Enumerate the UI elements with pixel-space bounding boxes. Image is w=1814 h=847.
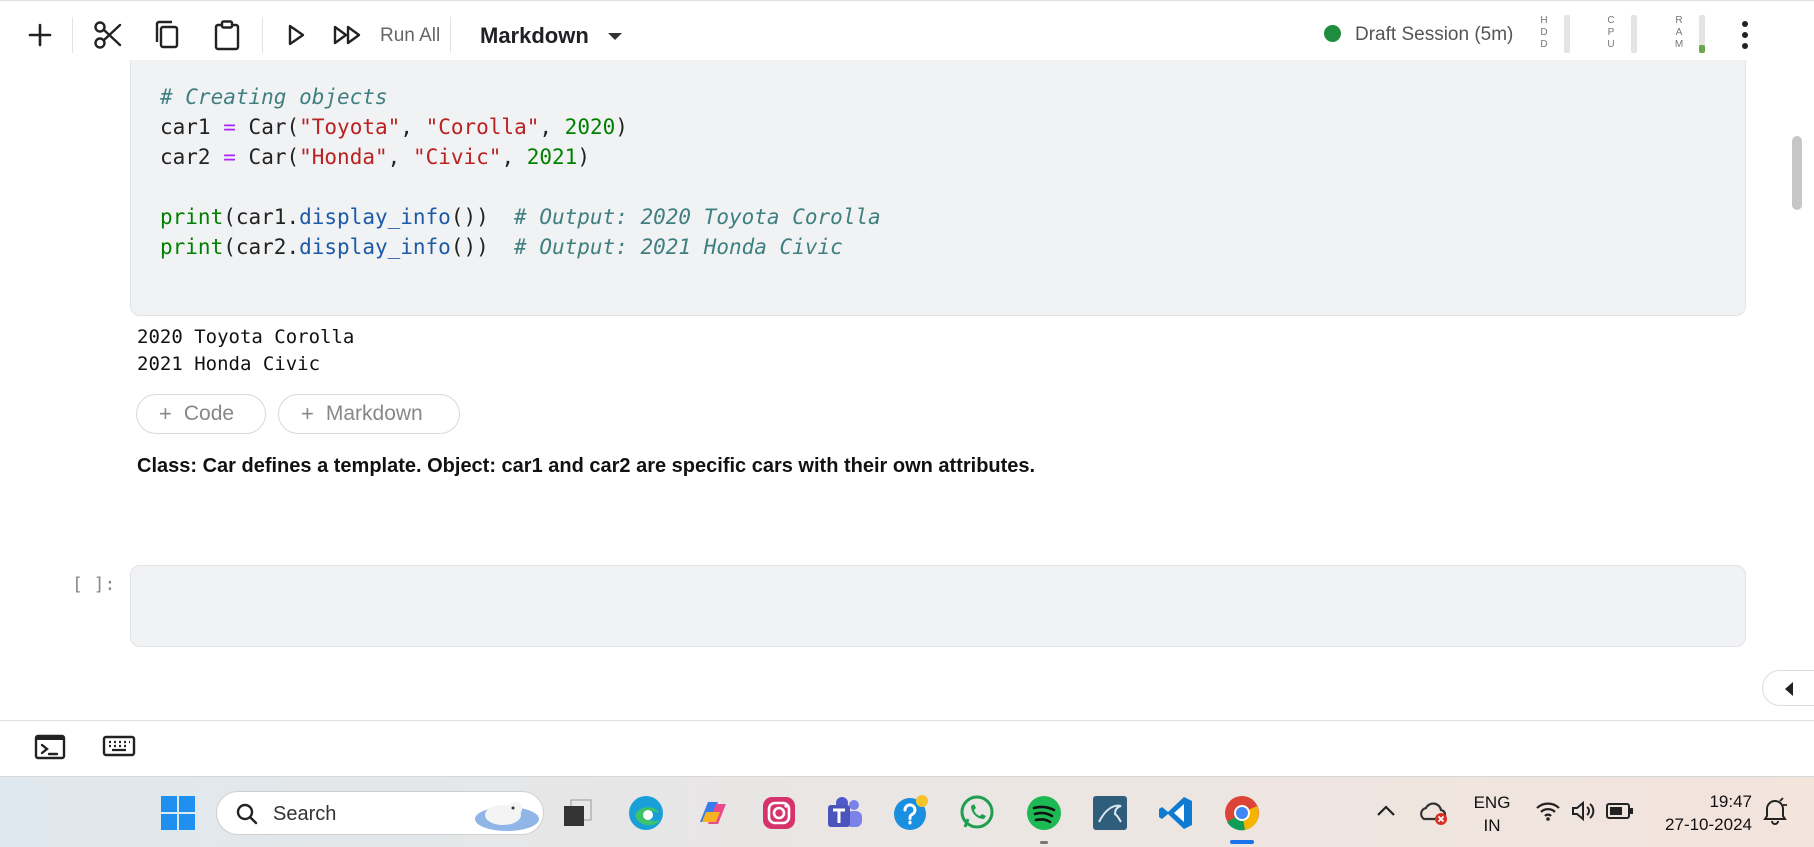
toolbar-divider (450, 17, 451, 53)
cpu-meter-bar (1631, 15, 1637, 53)
chevron-left-icon (1785, 682, 1793, 696)
cell-type-dropdown[interactable]: Markdown (480, 23, 589, 49)
mysql-icon[interactable] (1090, 793, 1130, 833)
keyboard-icon[interactable] (102, 733, 136, 763)
cut-button[interactable] (88, 15, 128, 55)
notification-bell-icon[interactable] (1762, 797, 1788, 825)
toolbar-divider (262, 17, 263, 53)
notebook-toolbar: Run All Markdown Draft Session (5m) HDD … (0, 0, 1814, 68)
add-icon (28, 23, 52, 47)
scrollbar-thumb[interactable] (1792, 136, 1802, 210)
paste-icon (214, 20, 240, 51)
search-label: Search (273, 803, 337, 825)
more-vert-icon[interactable] (1730, 17, 1760, 53)
running-indicator (1040, 841, 1048, 844)
add-code-label: Code (183, 402, 235, 425)
output-line: 2021 Honda Civic (137, 353, 321, 375)
language-code: ENG (1473, 793, 1511, 812)
active-app-indicator (1230, 840, 1254, 844)
run-all-icon (333, 25, 361, 45)
run-all-button[interactable] (328, 15, 368, 55)
ram-meter-bar (1699, 15, 1705, 53)
chrome-icon[interactable] (1222, 793, 1262, 833)
notebook-bottom-bar (0, 720, 1814, 776)
code-line: car1 = Car("Toyota", "Corolla", 2020) (160, 115, 628, 139)
chevron-down-icon[interactable] (608, 33, 622, 40)
run-cell-button[interactable] (276, 15, 316, 55)
add-markdown-label: Markdown (325, 402, 423, 425)
terminal-icon[interactable] (34, 733, 68, 763)
clock-time: 19:47 (1709, 792, 1752, 811)
language-region: IN (1483, 816, 1501, 835)
run-icon (288, 24, 305, 46)
plus-icon: + (301, 401, 314, 426)
code-line: print(car2.display_info()) # Output: 202… (160, 235, 843, 259)
cpu-meter-label: CPU (1607, 15, 1615, 50)
volume-icon[interactable] (1570, 799, 1596, 823)
language-indicator[interactable]: ENG IN (1470, 791, 1514, 837)
search-highlight-icon (475, 802, 539, 831)
search-icon (236, 803, 258, 825)
add-cell-button[interactable] (20, 15, 60, 55)
wifi-icon[interactable] (1535, 799, 1561, 823)
session-status-icon (1324, 25, 1341, 42)
clock-date: 27-10-2024 (1665, 815, 1752, 834)
ram-meter-label: RAM (1674, 15, 1684, 50)
spotify-icon[interactable] (1024, 793, 1064, 833)
toolbar-divider (72, 17, 73, 53)
run-all-label[interactable]: Run All (380, 25, 440, 47)
taskbar-search-input[interactable]: Search (216, 791, 544, 835)
instagram-icon[interactable] (759, 793, 799, 833)
empty-code-cell[interactable] (130, 565, 1746, 647)
add-markdown-cell-button[interactable]: + Markdown (278, 394, 460, 434)
paste-button[interactable] (207, 15, 247, 55)
whatsapp-icon[interactable] (957, 793, 997, 833)
code-line: car2 = Car("Honda", "Civic", 2021) (160, 145, 590, 169)
cell-prompt: [ ]: (72, 574, 116, 595)
code-editor[interactable]: # Creating objects car1 = Car("Toyota", … (160, 82, 881, 262)
side-panel-toggle[interactable] (1762, 670, 1814, 706)
copilot-icon[interactable] (693, 793, 733, 833)
teams-icon[interactable] (825, 793, 865, 833)
cell-output: 2020 Toyota Corolla 2021 Honda Civic (137, 324, 354, 378)
windows-start-icon[interactable] (158, 793, 198, 833)
task-view-icon[interactable] (558, 793, 598, 833)
session-label[interactable]: Draft Session (5m) (1355, 24, 1513, 46)
cut-icon (94, 21, 122, 49)
system-clock[interactable]: 19:47 27-10-2024 (1654, 790, 1752, 836)
copy-icon (155, 20, 179, 49)
battery-icon[interactable] (1606, 802, 1634, 820)
add-code-cell-button[interactable]: + Code (136, 394, 266, 434)
help-icon[interactable] (891, 793, 931, 833)
edge-icon[interactable] (626, 793, 666, 833)
markdown-cell-text[interactable]: Class: Car defines a template. Object: c… (137, 455, 1035, 478)
onedrive-error-icon[interactable] (1418, 799, 1450, 827)
code-comment: # Creating objects (160, 85, 388, 109)
chevron-up-icon[interactable] (1376, 803, 1396, 817)
code-line: print(car1.display_info()) # Output: 202… (160, 205, 881, 229)
vscode-icon[interactable] (1156, 793, 1196, 833)
plus-icon: + (159, 401, 172, 426)
hdd-meter-bar (1564, 15, 1570, 53)
output-line: 2020 Toyota Corolla (137, 326, 355, 348)
windows-taskbar: Search ENG IN 19:47 27-10-2024 (0, 776, 1814, 847)
copy-button[interactable] (147, 15, 187, 55)
hdd-meter-label: HDD (1540, 15, 1548, 50)
